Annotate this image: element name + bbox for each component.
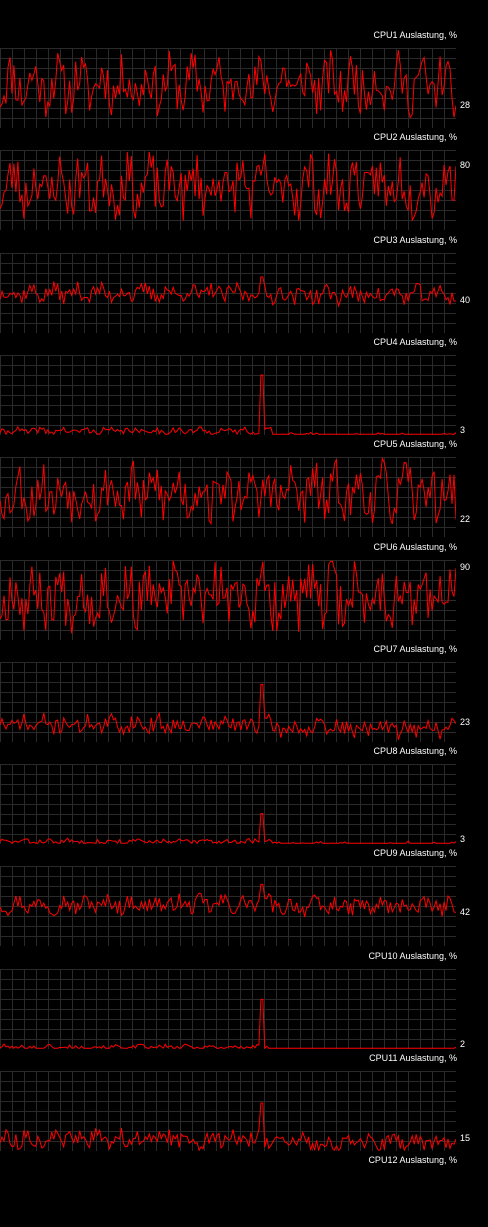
- panel-title: CPU5 Auslastung, %: [373, 439, 457, 450]
- cpu-panel: CPU8 Auslastung, % 3: [0, 716, 488, 845]
- panel-title: CPU11 Auslastung, %: [369, 1053, 457, 1063]
- cpu-panel: CPU5 Auslastung, % 22: [0, 409, 488, 538]
- current-value-label: 80: [460, 160, 471, 171]
- current-value-label: 90: [460, 561, 471, 572]
- current-value-label: 42: [460, 906, 471, 917]
- cpu-panel: CPU3 Auslastung, % 40: [0, 205, 488, 333]
- cpu-panel: CPU6 Auslastung, % 90: [0, 512, 488, 640]
- cpu-panel: CPU9 Auslastung, % 42: [0, 818, 488, 947]
- cpu-panel: CPU10 Auslastung, % 2: [0, 921, 488, 1049]
- panel-title: CPU12 Auslastung, %: [368, 1155, 457, 1166]
- cpu-panel: CPU4 Auslastung, % 3: [0, 307, 488, 435]
- panel-title: CPU3 Auslastung, %: [373, 234, 457, 245]
- panel-title: CPU10 Auslastung, %: [368, 950, 457, 961]
- cpu-panel: CPU2 Auslastung, % 80: [0, 102, 488, 231]
- panel-title: CPU9 Auslastung, %: [373, 848, 457, 859]
- panel-title: CPU4 Auslastung, %: [373, 336, 457, 347]
- cpu-panel: CPU11 Auslastung, % 15: [0, 1023, 488, 1151]
- cpu-panel: CPU7 Auslastung, % 23: [0, 614, 488, 742]
- panel-title: CPU1 Auslastung, %: [373, 30, 457, 40]
- panel-title: CPU7 Auslastung, %: [373, 643, 457, 654]
- current-value-label: 40: [460, 294, 471, 305]
- cpu-usage-chart: CPU1 Auslastung, % 28 CPU2 Auslastung, % 80…: [0, 0, 488, 1178]
- panel-title: CPU2 Auslastung, %: [373, 132, 457, 143]
- panel-title: CPU8 Auslastung, %: [373, 746, 457, 757]
- panel-title: CPU6 Auslastung, %: [373, 541, 457, 552]
- cpu-panel: CPU12 Auslastung, %: [0, 1125, 488, 1227]
- cpu-panel: CPU1 Auslastung, % 28: [0, 0, 488, 128]
